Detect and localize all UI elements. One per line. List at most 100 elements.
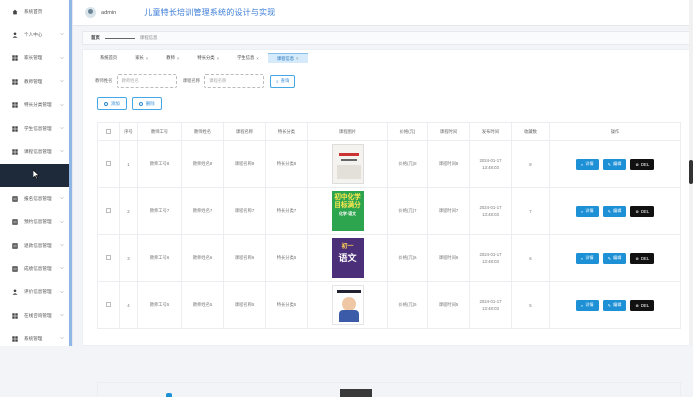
col-header: 教师姓名 xyxy=(181,122,224,141)
chevron-down-icon xyxy=(60,150,64,153)
teacher-no-cell: 教师工号8 xyxy=(137,140,182,188)
detail-button[interactable]: ⌕ 详情 xyxy=(575,158,599,170)
publish-time-cell: 2024-01-17 13:48:03 xyxy=(469,187,512,235)
close-icon[interactable]: × xyxy=(217,56,220,61)
sidebar-item-label: 成绩信息管理 xyxy=(24,265,52,271)
sidebar-item[interactable]: 成绩信息管理 xyxy=(0,257,72,280)
course-name-label: 课程名称 xyxy=(182,78,201,83)
row-select-cell xyxy=(97,187,120,235)
sidebar-item[interactable]: 预约信息管理 xyxy=(0,211,72,234)
col-header: 教师工号 xyxy=(137,122,182,141)
list-icon xyxy=(12,242,18,249)
category-cell: 特长分类6 xyxy=(265,234,308,282)
sidebar-item[interactable]: 教师管理 xyxy=(0,70,72,93)
delete-row-button[interactable]: ⊗ DEL xyxy=(630,252,655,264)
tab-label: 学生信息 xyxy=(237,55,255,60)
sidebar-item[interactable]: 退款信息管理 xyxy=(0,234,72,257)
category-cell: 特长分类7 xyxy=(265,187,308,235)
search-bar: 教师姓名 教师姓名 课程名称 课程名称 ⌕ 查询 xyxy=(95,74,296,88)
select-all-checkbox[interactable] xyxy=(106,128,111,134)
edit-button[interactable]: ✎ 编辑 xyxy=(602,205,627,217)
course-time-cell: 课程时间6 xyxy=(427,234,470,282)
breadcrumb-current: 课程信息 xyxy=(139,35,158,40)
delete-row-button[interactable]: ⊗ DEL xyxy=(630,158,655,170)
row-checkbox[interactable] xyxy=(106,208,111,213)
home-icon xyxy=(12,9,18,15)
detail-button[interactable]: ⌕ 详情 xyxy=(575,205,599,217)
teacher-name-input[interactable]: 教师姓名 xyxy=(116,74,177,88)
close-icon[interactable]: × xyxy=(146,56,149,61)
sidebar-item[interactable]: 评价信息管理 xyxy=(0,281,72,304)
sidebar-item[interactable]: 报名信息管理 xyxy=(0,187,72,210)
row-select-cell xyxy=(97,234,120,282)
grid-icon xyxy=(12,102,18,108)
favorites-cell: 6 xyxy=(511,234,550,282)
delete-circle-icon xyxy=(138,101,143,106)
delete-button-label: 删除 xyxy=(145,100,155,106)
delete-button[interactable]: 删除 xyxy=(131,97,162,110)
row-checkbox[interactable] xyxy=(106,161,111,166)
sidebar-item[interactable]: 学生信息管理 xyxy=(0,117,72,140)
detail-button-label: 详情 xyxy=(585,255,594,260)
col-header: 课程时间 xyxy=(427,122,470,141)
delete-row-button-label: DEL xyxy=(641,255,650,261)
tab[interactable]: 家长 × xyxy=(126,53,157,63)
sidebar-item-label: 课程信息管理 xyxy=(24,149,52,155)
teacher-no-cell: 教师工号5 xyxy=(137,281,182,329)
page-scrollbar[interactable] xyxy=(689,0,693,346)
sidebar-item-label: 系统管理 xyxy=(24,336,43,342)
main-panel: 系统首页 家长 × 教师 × 特长分类 × 学生信息 × 课程信息 × 教师姓名 教师姓名 课程名称… xyxy=(82,49,690,397)
tab[interactable]: 特长分类 × xyxy=(188,53,228,63)
course-name-input[interactable]: 课程名称 xyxy=(204,74,265,88)
list-icon xyxy=(12,219,18,225)
close-icon[interactable]: × xyxy=(177,56,180,61)
list-icon xyxy=(12,196,18,202)
mouse-cursor-icon xyxy=(33,170,39,179)
tab-label: 教师 xyxy=(166,55,175,60)
row-checkbox[interactable] xyxy=(106,255,111,260)
sidebar-item-label: 评价信息管理 xyxy=(24,289,52,295)
sidebar-item[interactable]: 在线咨询管理 xyxy=(0,304,72,327)
course-name-cell: 课程名称8 xyxy=(223,140,266,188)
sidebar-item[interactable]: 特长分类管理 xyxy=(0,94,72,117)
delete-row-button[interactable]: ⊗ DEL xyxy=(630,205,655,217)
sidebar-item[interactable]: 家长管理 xyxy=(0,47,72,70)
edit-button[interactable]: ✎ 编辑 xyxy=(602,158,627,170)
delete-circle-icon: ⊗ xyxy=(635,208,639,214)
sidebar-item[interactable]: 系统首页 xyxy=(0,0,72,23)
add-button[interactable]: 添加 xyxy=(97,97,127,110)
row-checkbox[interactable] xyxy=(106,302,111,307)
tab[interactable]: 系统首页 xyxy=(91,53,126,63)
delete-row-button[interactable]: ⊗ DEL xyxy=(630,299,655,311)
sidebar-scrollbar-thumb[interactable] xyxy=(69,0,72,346)
chevron-down-icon xyxy=(60,220,64,223)
scrollbar-thumb[interactable] xyxy=(689,160,693,184)
tab[interactable]: 课程信息 × xyxy=(267,53,308,63)
course-image-partial xyxy=(340,389,372,397)
close-icon[interactable]: × xyxy=(256,56,259,61)
tab-label: 课程信息 xyxy=(276,55,294,61)
query-button[interactable]: ⌕ 查询 xyxy=(270,74,296,88)
sidebar-scrollbar[interactable] xyxy=(69,0,72,346)
search-icon: ⌕ xyxy=(580,161,584,167)
sidebar-item[interactable]: 系统管理 xyxy=(0,327,72,346)
close-icon[interactable]: × xyxy=(296,56,299,61)
edit-button[interactable]: ✎ 编辑 xyxy=(602,299,627,311)
detail-button[interactable]: ⌕ 详情 xyxy=(575,252,599,264)
avatar[interactable] xyxy=(85,7,96,18)
breadcrumb-home[interactable]: 首页 xyxy=(91,35,100,41)
sidebar-item[interactable]: 课程信息管理 xyxy=(0,140,72,163)
detail-button[interactable]: ⌕ 详情 xyxy=(575,299,599,311)
row-checkbox-partial xyxy=(166,393,172,397)
tab[interactable]: 学生信息 × xyxy=(228,53,268,63)
username-label[interactable]: admin xyxy=(101,10,116,16)
search-icon: ⌕ xyxy=(580,208,584,214)
grid-icon xyxy=(12,125,18,132)
chevron-down-icon xyxy=(60,337,64,340)
sidebar-item[interactable]: 个人中心 xyxy=(0,23,72,46)
edit-button[interactable]: ✎ 编辑 xyxy=(602,252,627,264)
detail-button-label: 详情 xyxy=(585,161,594,166)
col-header: 发布时间 xyxy=(469,122,512,141)
tab[interactable]: 教师 × xyxy=(157,53,188,63)
row-select-cell xyxy=(97,281,120,329)
